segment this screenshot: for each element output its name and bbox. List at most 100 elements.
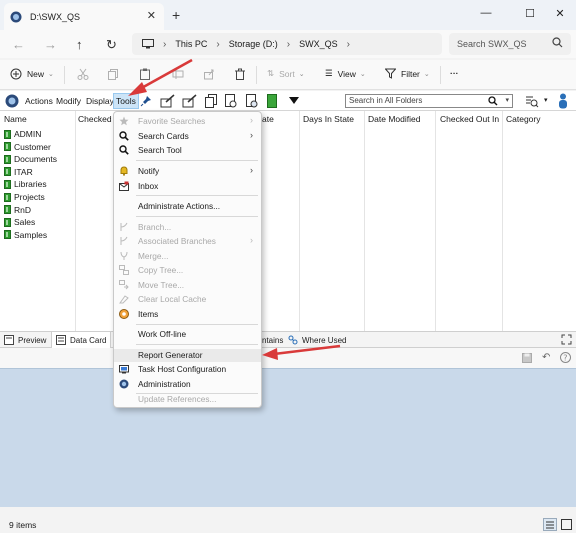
menu-item-search-cards[interactable]: Search Cards › [114, 130, 261, 143]
new-tab-button[interactable]: + [172, 7, 180, 23]
tab-preview[interactable]: Preview [0, 332, 50, 348]
close-tab-button[interactable]: ✕ [147, 9, 156, 22]
menu-item-favorite-searches[interactable]: Favorite Searches › [114, 115, 261, 128]
copy-icon[interactable] [107, 68, 119, 80]
pdm-search-input[interactable]: Search in All Folders ▾ [345, 94, 513, 108]
save-icon[interactable] [522, 353, 532, 363]
address-bar[interactable]: › This PC › Storage (D:) › SWX_QS › [132, 33, 442, 55]
tab-data-card[interactable]: Data Card [51, 332, 112, 348]
list-item[interactable]: Libraries [4, 178, 47, 190]
search-icon[interactable] [488, 96, 498, 106]
list-item[interactable]: Documents [4, 153, 57, 165]
item-count: 9 items [9, 520, 37, 530]
inbox-icon [119, 181, 129, 191]
close-window-button[interactable]: ✕ [540, 2, 576, 24]
filter-button[interactable]: Filter ⌄ [385, 68, 430, 79]
expand-icon[interactable] [561, 334, 572, 345]
chevron-down-icon: ⌄ [48, 71, 54, 78]
tab-title: D:\SWX_QS [30, 11, 81, 22]
menu-item-update-references[interactable]: Update References... [114, 393, 261, 406]
menu-modify[interactable]: Modify [56, 96, 81, 106]
search-icon [119, 130, 129, 141]
undo-icon[interactable]: ↶ [542, 352, 550, 363]
list-item[interactable]: Projects [4, 191, 45, 203]
file-properties-icon[interactable] [246, 94, 258, 108]
share-icon[interactable] [203, 68, 215, 80]
breadcrumb-this-pc[interactable]: This PC [175, 39, 207, 49]
chevron-down-icon[interactable]: ▾ [544, 96, 548, 104]
menu-item-associated-branches[interactable]: Associated Branches › [114, 235, 261, 248]
folder-icon [4, 217, 11, 227]
chevron-right-icon: › [250, 235, 253, 245]
menu-item-inbox[interactable]: Inbox [114, 180, 261, 193]
column-state[interactable]: ate [262, 114, 274, 124]
menu-item-work-offline[interactable]: Work Off-line [114, 328, 261, 341]
more-options-button[interactable]: ··· [450, 68, 459, 78]
column-days-in-state[interactable]: Days In State [303, 114, 354, 124]
back-arrow-icon[interactable]: ← [12, 37, 25, 52]
view-button[interactable]: ☰ View ⌄ [325, 68, 366, 79]
search-options-icon[interactable] [525, 94, 539, 108]
refresh-icon[interactable]: ↻ [106, 37, 117, 53]
menu-item-copy-tree[interactable]: Copy Tree... [114, 264, 261, 277]
search-icon [119, 145, 129, 155]
menu-item-task-host-configuration[interactable]: Task Host Configuration [114, 363, 261, 376]
minimize-button[interactable]: — [466, 2, 506, 24]
menu-item-clear-local-cache[interactable]: Clear Local Cache [114, 293, 261, 306]
menu-item-items[interactable]: Items [114, 308, 261, 321]
delete-icon[interactable] [234, 68, 246, 80]
search-placeholder: Search SWX_QS [457, 39, 527, 49]
search-icon [552, 37, 563, 48]
explorer-search-input[interactable]: Search SWX_QS [449, 33, 571, 55]
annotation-arrow-report-generator [262, 344, 341, 360]
new-button[interactable]: New ⌄ [10, 68, 54, 80]
menu-item-administration[interactable]: Administration [114, 378, 261, 391]
tab-preview-label: Preview [18, 335, 47, 345]
menu-item-branch[interactable]: Branch... [114, 221, 261, 234]
list-item[interactable]: ITAR [4, 166, 33, 178]
cut-icon[interactable] [77, 68, 89, 80]
menu-separator [136, 195, 258, 196]
help-icon[interactable]: ? [560, 352, 571, 363]
folder-name: Customer [14, 141, 51, 152]
tiles-view-icon[interactable] [561, 519, 572, 530]
menu-item-search-tool[interactable]: Search Tool [114, 144, 261, 157]
details-view-icon[interactable] [543, 518, 557, 531]
list-item[interactable]: Customer [4, 141, 51, 153]
folder-icon [4, 167, 11, 177]
column-category[interactable]: Category [506, 114, 541, 124]
up-arrow-icon[interactable]: ↑ [76, 37, 83, 52]
copy-file-icon[interactable] [205, 94, 217, 108]
column-date-modified[interactable]: Date Modified [368, 114, 420, 124]
tab-data-card-label: Data Card [70, 335, 107, 345]
sort-icon: ⇅ [267, 68, 275, 78]
items-icon [119, 308, 129, 319]
user-icon[interactable] [558, 93, 568, 109]
menu-actions[interactable]: Actions [25, 96, 53, 106]
breadcrumb-swx-qs[interactable]: SWX_QS [299, 39, 338, 49]
explorer-tab[interactable]: D:\SWX_QS ✕ [4, 3, 164, 30]
chevron-down-icon[interactable]: ▾ [505, 95, 509, 107]
column-checked-out-in[interactable]: Checked Out In [440, 114, 499, 124]
list-item[interactable]: Samples [4, 229, 47, 241]
column-name[interactable]: Name [4, 114, 27, 124]
breadcrumb-storage[interactable]: Storage (D:) [229, 39, 278, 49]
forward-arrow-icon[interactable]: → [44, 37, 57, 52]
folder-icon [4, 179, 11, 189]
dropdown-triangle-icon[interactable] [289, 97, 299, 105]
chevron-right-icon: › [250, 115, 253, 125]
add-file-icon[interactable] [225, 94, 237, 108]
menu-item-report-generator[interactable]: Report Generator [114, 348, 261, 362]
menu-item-move-tree[interactable]: Move Tree... [114, 279, 261, 292]
list-item[interactable]: ADMIN [4, 128, 41, 140]
list-item[interactable]: Sales [4, 216, 35, 228]
book-icon[interactable] [267, 94, 277, 108]
view-label: View [337, 68, 356, 79]
menu-display[interactable]: Display [86, 96, 114, 106]
pdm-vault-icon[interactable] [5, 94, 19, 108]
menu-item-notify[interactable]: Notify › [114, 165, 261, 178]
list-item[interactable]: RnD [4, 204, 31, 216]
sort-button[interactable]: ⇅ Sort ⌄ [267, 68, 305, 79]
menu-item-merge[interactable]: Merge... [114, 250, 261, 263]
menu-item-administrate-actions[interactable]: Administrate Actions... [114, 200, 261, 213]
